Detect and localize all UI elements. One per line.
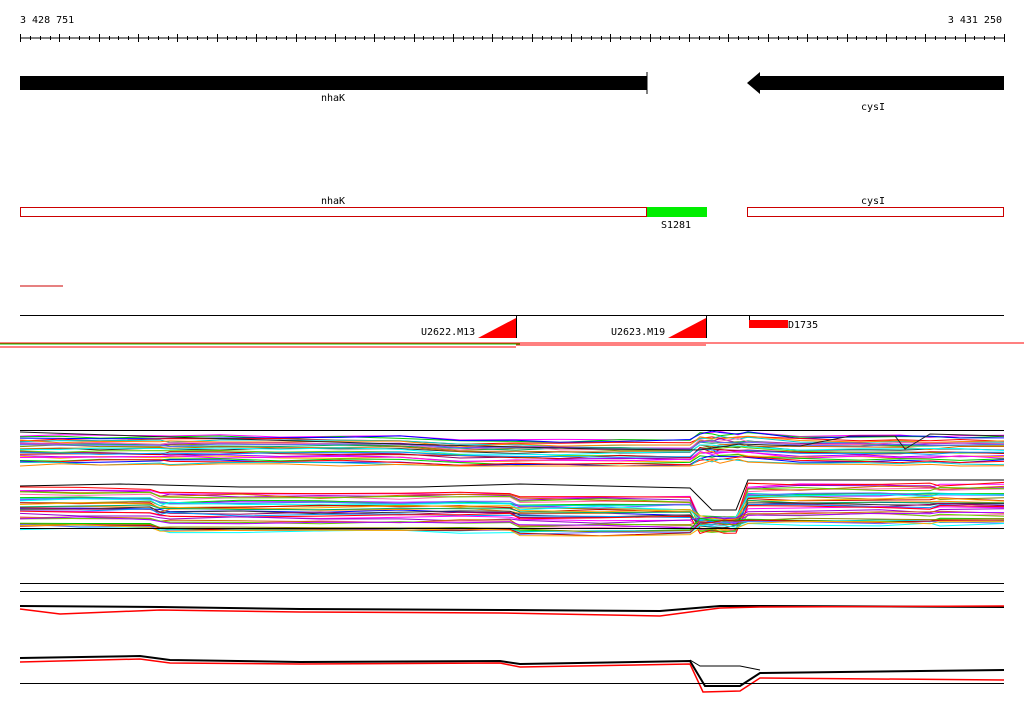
feature-u2623-m19[interactable]	[668, 318, 706, 338]
annotation-box-cysi[interactable]	[747, 207, 1004, 217]
annotation-track: nhaK S1281 cysI	[20, 196, 1004, 231]
feature-track: U2622.M13 U2623.M19 D1735	[0, 285, 1024, 348]
feature-label-d1735: D1735	[788, 320, 818, 331]
annotation-box-nhak[interactable]	[20, 207, 647, 217]
aggregate-mean-line	[19, 654, 1005, 687]
gene-label-cysi: cysI	[861, 102, 885, 113]
segment-label-s1281: S1281	[661, 220, 691, 231]
aggregate-mean-line	[689, 659, 761, 671]
expression-lower-lines	[19, 479, 1005, 537]
ruler-end-label: 3 431 250	[948, 15, 1002, 26]
ruler-ticks	[20, 34, 1005, 42]
segment-s1281[interactable]	[647, 207, 707, 217]
ruler-start-label: 3 428 751	[20, 15, 74, 26]
expression-panel	[19, 430, 1005, 537]
gene-track: nhaK cysI	[20, 72, 1004, 113]
expression-upper-lines	[19, 430, 1005, 467]
aggregate-variance-line	[19, 658, 1005, 693]
feature-label-u2623: U2623.M19	[611, 327, 665, 338]
genome-track-canvas: 3 428 751 3 431 250 nhaK cysI nhaK S1281…	[0, 15, 1024, 693]
feature-u2622-m13[interactable]	[478, 318, 516, 338]
aggregate-panel	[19, 583, 1005, 693]
coordinate-ruler: 3 428 751 3 431 250	[20, 15, 1005, 42]
annotation-label-cysi: cysI	[861, 196, 885, 207]
gene-label-nhak: nhaK	[321, 93, 345, 104]
annotation-label-nhak: nhaK	[321, 196, 345, 207]
feature-d1735[interactable]	[749, 320, 788, 328]
genome-browser-view: 3 428 751 3 431 250 nhaK cysI nhaK S1281…	[0, 0, 1024, 714]
aggregate-lines	[19, 605, 1005, 693]
gene-arrow-cysi[interactable]	[747, 72, 1004, 94]
feature-label-u2622: U2622.M13	[421, 327, 475, 338]
gene-arrow-nhak[interactable]	[20, 76, 647, 90]
